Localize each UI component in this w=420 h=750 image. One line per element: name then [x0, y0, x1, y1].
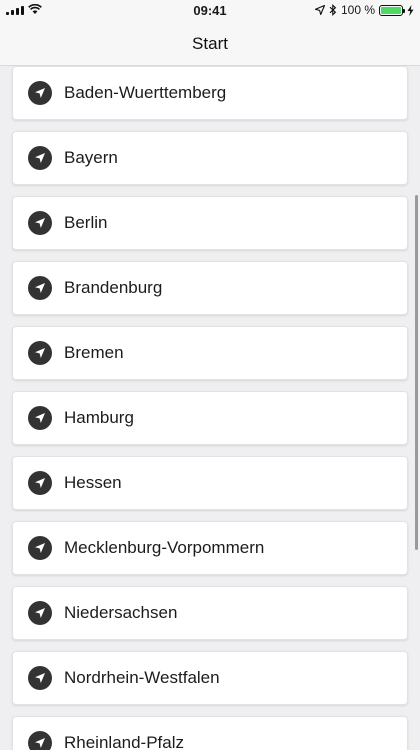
bluetooth-icon [329, 4, 337, 16]
list-item-label: Baden-Wuerttemberg [64, 83, 227, 102]
battery-icon [379, 4, 405, 16]
navigation-arrow-icon [28, 471, 52, 495]
charging-bolt-icon [407, 4, 414, 16]
list-item[interactable]: Berlin [12, 196, 408, 250]
list-item[interactable]: Hessen [12, 456, 408, 510]
navigation-arrow-icon [28, 276, 52, 300]
list-item-label: Rheinland-Pfalz [64, 733, 185, 750]
list-item-label: Bayern [64, 148, 118, 167]
navigation-arrow-icon [28, 341, 52, 365]
navigation-arrow-icon [28, 601, 52, 625]
page-title: Start [192, 33, 228, 53]
location-arrow-icon [314, 5, 325, 15]
battery-level [381, 6, 401, 14]
navigation-arrow-icon [28, 211, 52, 235]
battery-percentage: 100 % [340, 3, 375, 17]
list-item-label: Berlin [64, 213, 108, 232]
list-item-label: Mecklenburg-Vorpommern [64, 538, 265, 557]
app-screen: 09:41 100 % Start Baden-Wuerttemberg Baye… [0, 0, 420, 750]
navigation-arrow-icon [28, 81, 52, 105]
list-item[interactable]: Hamburg [12, 391, 408, 445]
navigation-bar: Start [0, 22, 420, 66]
list-item[interactable]: Baden-Wuerttemberg [12, 66, 408, 120]
list-item-label: Hamburg [64, 408, 134, 427]
list-item[interactable]: Brandenburg [12, 261, 408, 315]
navigation-arrow-icon [28, 536, 52, 560]
list-item[interactable]: Niedersachsen [12, 586, 408, 640]
list-item-label: Bremen [64, 343, 124, 362]
list-item-label: Niedersachsen [64, 603, 178, 622]
state-list[interactable]: Baden-Wuerttemberg Bayern Berlin Brandenbur… [0, 66, 420, 750]
list-item[interactable]: Nordrhein-Westfalen [12, 651, 408, 705]
list-item-label: Nordrhein-Westfalen [64, 668, 220, 687]
list-item[interactable]: Mecklenburg-Vorpommern [12, 521, 408, 575]
list-item[interactable]: Bayern [12, 131, 408, 185]
status-bar: 09:41 100 % [0, 0, 420, 22]
navigation-arrow-icon [28, 146, 52, 170]
list-item-label: Brandenburg [64, 278, 163, 297]
list-item-label: Hessen [64, 473, 122, 492]
vertical-scrollbar[interactable] [415, 195, 418, 550]
list-item[interactable]: Rheinland-Pfalz [12, 716, 408, 750]
navigation-arrow-icon [28, 406, 52, 430]
list-item[interactable]: Bremen [12, 326, 408, 380]
status-right-indicators: 100 % [314, 3, 414, 17]
navigation-arrow-icon [28, 731, 52, 750]
navigation-arrow-icon [28, 666, 52, 690]
